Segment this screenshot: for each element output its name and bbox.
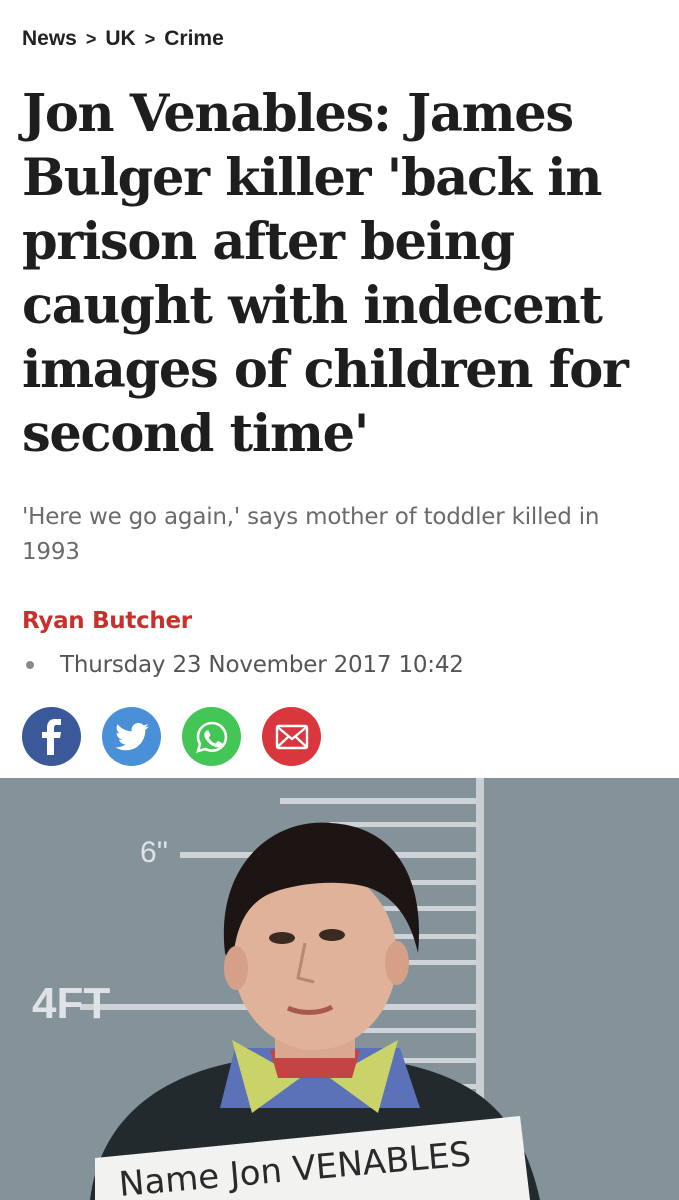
bullet-icon — [26, 661, 34, 669]
breadcrumb-separator: > — [144, 28, 156, 49]
height-mark-6: 6'' — [140, 836, 168, 869]
breadcrumb: News > UK > Crime — [22, 0, 657, 52]
height-mark-4ft: 4FT — [32, 979, 110, 1028]
mugshot-image: 6'' 4FT Name Jon VENABLES — [0, 778, 679, 1200]
breadcrumb-crime[interactable]: Crime — [164, 27, 224, 51]
share-twitter-button[interactable] — [102, 707, 161, 766]
share-whatsapp-button[interactable] — [182, 707, 241, 766]
standfirst: 'Here we go again,' says mother of toddl… — [22, 504, 600, 565]
breadcrumb-uk[interactable]: UK — [105, 27, 135, 51]
whatsapp-icon — [195, 721, 227, 753]
facebook-icon — [41, 718, 61, 755]
dateline: Thursday 23 November 2017 10:42 — [22, 652, 657, 678]
breadcrumb-separator: > — [85, 28, 97, 49]
share-facebook-button[interactable] — [22, 707, 81, 766]
share-buttons — [22, 707, 657, 766]
breadcrumb-news[interactable]: News — [22, 27, 77, 51]
share-email-button[interactable] — [262, 707, 321, 766]
author-link[interactable]: Ryan Butcher — [22, 608, 657, 634]
headline: Jon Venables: James Bulger killer 'back … — [22, 84, 629, 464]
email-icon — [275, 724, 308, 749]
publish-date: Thursday 23 November 2017 10:42 — [60, 652, 464, 678]
article: News > UK > Crime Jon Venables: James Bu… — [0, 0, 679, 766]
article-photo: 6'' 4FT Name Jon VENABLES — [0, 778, 679, 1200]
twitter-icon — [114, 722, 149, 750]
